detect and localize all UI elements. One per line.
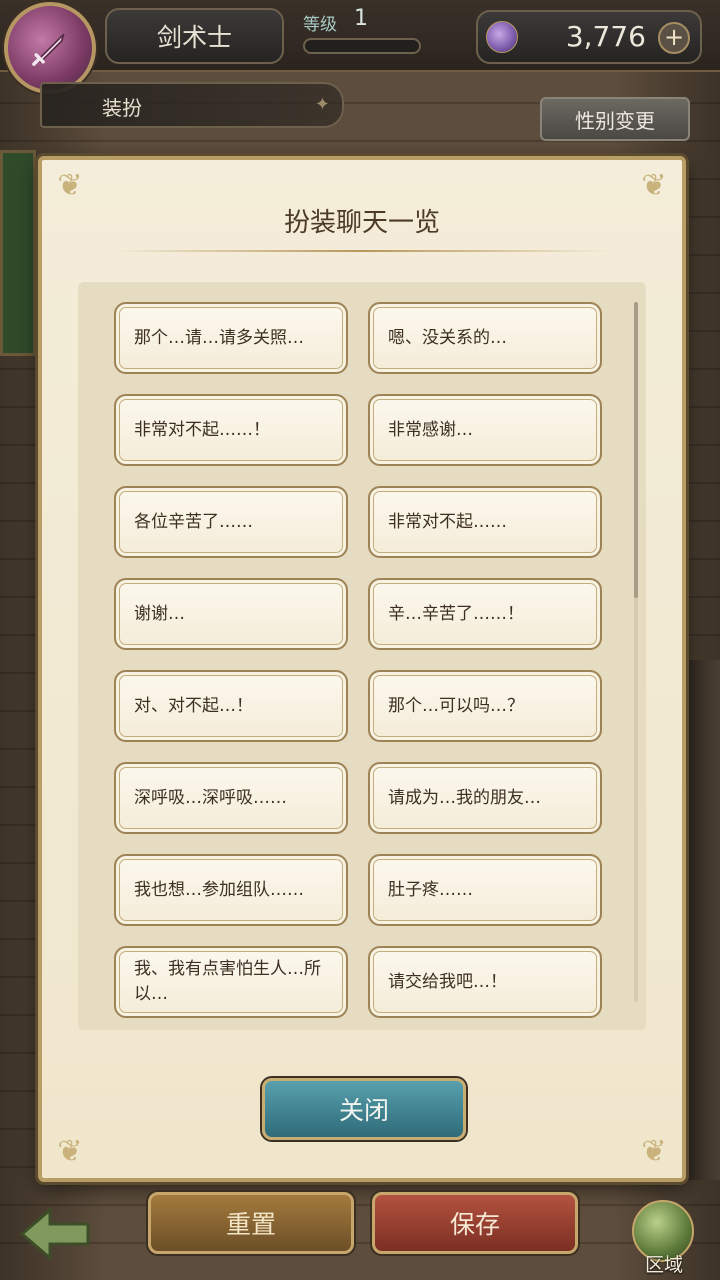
chat-option[interactable]: 非常对不起……: [368, 486, 602, 558]
level-value: 1: [354, 6, 368, 31]
chat-option[interactable]: 谢谢…: [114, 578, 348, 650]
class-name: 剑术士: [105, 8, 284, 64]
chat-option[interactable]: 对、对不起…！: [114, 670, 348, 742]
scrollbar-thumb[interactable]: [634, 302, 638, 598]
chat-option[interactable]: 非常感谢…: [368, 394, 602, 466]
dialog-title: 扮装聊天一览: [283, 208, 440, 238]
level-progress-bar: [303, 38, 421, 54]
level-label: 等级: [303, 15, 337, 35]
section-tab-outfit[interactable]: 装扮 ✦: [40, 82, 344, 128]
chat-option[interactable]: 嗯、没关系的…: [368, 302, 602, 374]
gem-icon: [486, 21, 518, 53]
background-door: [0, 150, 36, 356]
chat-option[interactable]: 辛…辛苦了……！: [368, 578, 602, 650]
chat-option[interactable]: 非常对不起……！: [114, 394, 348, 466]
corner-ornament-icon: ❦: [57, 1134, 83, 1169]
gender-change-button[interactable]: 性别变更: [540, 97, 690, 141]
reset-button[interactable]: 重置: [148, 1192, 354, 1254]
class-emblem[interactable]: [4, 2, 96, 94]
chat-option[interactable]: 肚子疼……: [368, 854, 602, 926]
chat-option[interactable]: 请交给我吧…！: [368, 946, 602, 1018]
back-arrow-icon[interactable]: [18, 1204, 94, 1264]
sword-icon: [32, 33, 65, 66]
title-divider: [112, 250, 612, 252]
save-button[interactable]: 保存: [372, 1192, 578, 1254]
chat-option-list[interactable]: 那个…请…请多关照… 嗯、没关系的… 非常对不起……！ 非常感谢… 各位辛苦了…… 非常对…: [78, 282, 646, 1030]
chat-list-dialog: ❦ ❦ ❦ ❦ 扮装聊天一览 那个…请…请多关照… 嗯、没关系的… 非常对不起……！…: [38, 156, 686, 1182]
chat-option[interactable]: 深呼吸…深呼吸……: [114, 762, 348, 834]
region-button[interactable]: 区域: [626, 1200, 702, 1278]
currency-value: 3,776: [565, 20, 646, 53]
chat-option[interactable]: 各位辛苦了……: [114, 486, 348, 558]
chat-option[interactable]: 那个…可以吗…？: [368, 670, 602, 742]
currency-display: 3,776 +: [476, 10, 702, 64]
ornament-icon: ✦: [314, 94, 330, 115]
background-pillar: [680, 660, 720, 1180]
add-currency-button[interactable]: +: [658, 22, 690, 54]
corner-ornament-icon: ❦: [641, 1134, 667, 1169]
chat-option[interactable]: 请成为…我的朋友…: [368, 762, 602, 834]
chat-option[interactable]: 那个…请…请多关照…: [114, 302, 348, 374]
chat-option[interactable]: 我也想…参加组队……: [114, 854, 348, 926]
region-label: 区域: [644, 1254, 683, 1276]
close-button[interactable]: 关闭: [262, 1078, 466, 1140]
section-tab-label: 装扮: [102, 96, 142, 120]
chat-option[interactable]: 我、我有点害怕生人…所以…: [114, 946, 348, 1018]
